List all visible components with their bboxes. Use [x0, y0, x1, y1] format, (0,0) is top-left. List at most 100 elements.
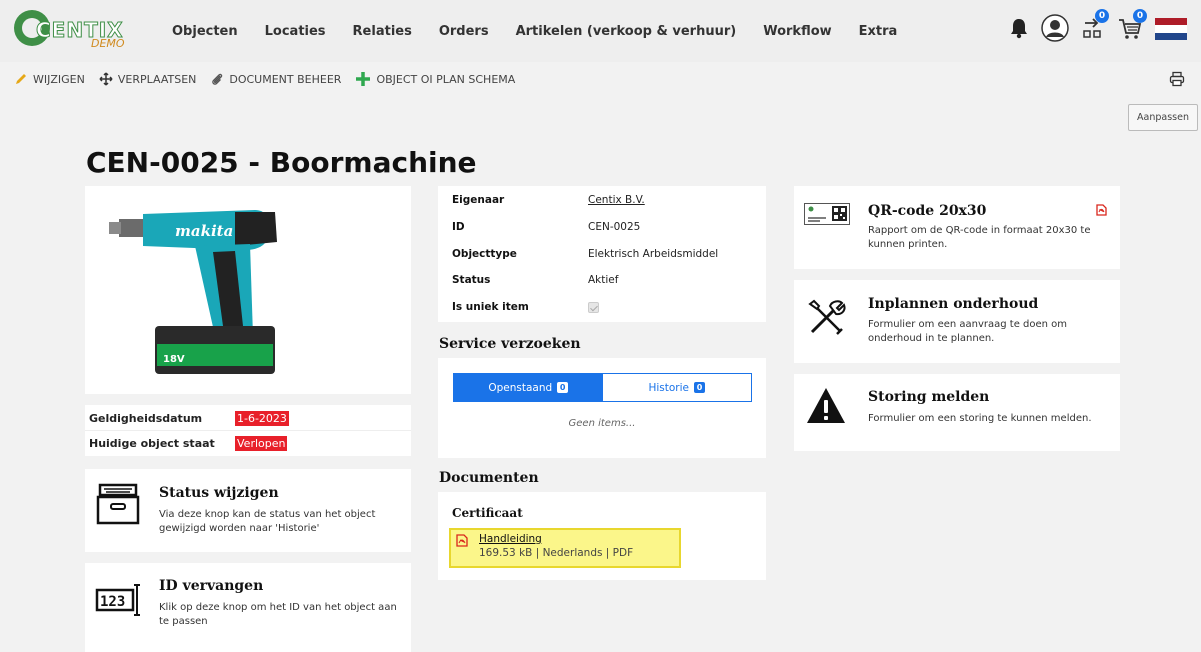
maintenance-desc: Formulier om een aanvraag te doen om ond…	[868, 319, 1068, 344]
status-label: Status	[452, 274, 491, 286]
menu-item-relaties[interactable]: Relaties	[353, 24, 412, 39]
scan-count-badge: 0	[1095, 8, 1109, 23]
documents-heading: Documenten	[439, 470, 539, 486]
object-state-value: Verlopen	[235, 436, 288, 451]
validity-date-label: Geldigheidsdatum	[89, 411, 203, 425]
centix-logo[interactable]: CENTIX DEMO	[14, 10, 144, 50]
tab-history-label: Historie	[648, 381, 690, 394]
id-number-icon: 123	[95, 584, 140, 616]
archive-box-icon	[96, 483, 140, 525]
tab-history[interactable]: Historie 0	[602, 374, 751, 401]
id-label: ID	[452, 221, 465, 233]
service-requests-card: Openstaand 0 Historie 0 Geen items...	[438, 358, 766, 458]
wrench-screwdriver-icon	[808, 299, 846, 335]
user-avatar-icon[interactable]	[1041, 13, 1069, 45]
pencil-icon	[16, 74, 26, 84]
object-state-row: Huidige object staat Verlopen	[85, 431, 411, 456]
pdf-icon[interactable]	[1096, 204, 1107, 216]
page-title: CEN-0025 - Boormachine	[86, 146, 477, 179]
language-flag-nl[interactable]	[1155, 18, 1187, 40]
documents-card: Certificaat Handleiding 169.53 kB | Nede…	[438, 492, 766, 580]
tab-open-count: 0	[557, 382, 569, 393]
nav-icon-group: 0 0	[997, 8, 1187, 46]
plus-icon	[356, 72, 371, 86]
qr-code-title: QR-code 20x30	[868, 203, 987, 219]
battery-label: 18V	[163, 354, 185, 365]
move-arrows-icon	[99, 72, 113, 86]
top-navigation: CENTIX DEMO Objecten Locaties Relaties O…	[0, 0, 1201, 62]
qr-code-action[interactable]: QR-code 20x30 Rapport om de QR-code in f…	[794, 186, 1120, 269]
service-requests-heading: Service verzoeken	[439, 336, 581, 352]
drill-brand-label: makita	[175, 222, 233, 240]
property-row: Status Aktief	[452, 270, 618, 290]
property-row: Eigenaar Centix B.V.	[452, 190, 645, 210]
id-value: CEN-0025	[588, 221, 641, 233]
move-button[interactable]: VERPLAATSEN	[99, 72, 197, 86]
cart-icon[interactable]: 0	[1117, 8, 1147, 44]
id-replace-desc: Klik op deze knop om het ID van het obje…	[159, 602, 397, 627]
object-photo: makita 18V	[85, 186, 411, 394]
unique-item-checkbox	[588, 301, 599, 313]
id-replace-title: ID vervangen	[159, 578, 264, 594]
object-state-label: Huidige object staat	[89, 437, 215, 450]
status-value: Aktief	[588, 274, 619, 286]
menu-item-locaties[interactable]: Locaties	[265, 24, 326, 39]
schedule-maintenance-action[interactable]: Inplannen onderhoud Formulier om een aan…	[794, 280, 1120, 363]
owner-label: Eigenaar	[452, 194, 505, 206]
paperclip-icon	[212, 73, 223, 85]
property-row: Is uniek item	[452, 297, 599, 317]
plan-schedule-label: OBJECT OI PLAN SCHEMA	[376, 72, 516, 86]
fault-desc: Formulier om een storing te kunnen melde…	[868, 413, 1092, 424]
service-tabs: Openstaand 0 Historie 0	[453, 373, 752, 402]
scan-icon[interactable]: 0	[1081, 8, 1109, 44]
cart-count-badge: 0	[1133, 8, 1147, 23]
status-change-desc: Via deze knop kan de status van het obje…	[159, 509, 376, 534]
validity-date-value: 1-6-2023	[235, 410, 289, 426]
pdf-icon	[456, 534, 468, 547]
tab-open[interactable]: Openstaand 0	[454, 374, 603, 401]
maintenance-title: Inplannen onderhoud	[868, 296, 1039, 312]
object-type-label: Objecttype	[452, 248, 517, 260]
menu-item-artikelen[interactable]: Artikelen (verkoop & verhuur)	[516, 24, 737, 39]
property-row: Objecttype Elektrisch Arbeidsmiddel	[452, 244, 718, 264]
document-item[interactable]: Handleiding 169.53 kB | Nederlands | PDF	[449, 528, 681, 568]
id-icon-text: 123	[100, 594, 125, 610]
menu-item-orders[interactable]: Orders	[439, 24, 489, 39]
document-meta: 169.53 kB | Nederlands | PDF	[479, 547, 634, 559]
validity-card: Geldigheidsdatum 1-6-2023 Huidige object…	[85, 405, 411, 456]
document-category: Certificaat	[452, 506, 523, 520]
unique-item-label: Is uniek item	[452, 301, 529, 313]
tab-history-count: 0	[694, 382, 706, 393]
document-link[interactable]: Handleiding	[479, 533, 542, 545]
customize-button[interactable]: Aanpassen	[1128, 104, 1198, 131]
qr-code-desc: Rapport om de QR-code in formaat 20x30 t…	[868, 225, 1091, 250]
object-type-value: Elektrisch Arbeidsmiddel	[588, 248, 719, 260]
edit-button[interactable]: WIJZIGEN	[14, 72, 85, 86]
fault-title: Storing melden	[868, 389, 990, 405]
validity-row: Geldigheidsdatum 1-6-2023	[85, 406, 411, 431]
menu-item-workflow[interactable]: Workflow	[763, 24, 831, 39]
owner-link[interactable]: Centix B.V.	[588, 194, 645, 206]
plan-schedule-button[interactable]: OBJECT OI PLAN SCHEMA	[355, 71, 515, 87]
document-management-label: DOCUMENT BEHEER	[229, 72, 342, 86]
move-label: VERPLAATSEN	[117, 72, 197, 86]
status-change-title: Status wijzigen	[159, 485, 279, 501]
main-menu: Objecten Locaties Relaties Orders Artike…	[172, 24, 924, 39]
status-change-action[interactable]: Status wijzigen Via deze knop kan de sta…	[85, 469, 411, 552]
print-icon[interactable]	[1169, 71, 1185, 90]
bell-icon[interactable]	[1009, 17, 1029, 42]
object-properties: Eigenaar Centix B.V. ID CEN-0025 Objectt…	[438, 186, 766, 322]
property-row: ID CEN-0025	[452, 217, 640, 237]
menu-item-objecten[interactable]: Objecten	[172, 24, 238, 39]
id-replace-action[interactable]: 123 ID vervangen Klik op deze knop om he…	[85, 563, 411, 652]
qr-label-icon	[804, 203, 850, 225]
empty-state: Geen items...	[568, 418, 636, 429]
document-management-button[interactable]: DOCUMENT BEHEER	[210, 72, 341, 86]
edit-label: WIJZIGEN	[33, 72, 85, 86]
drill-image: makita 18V	[109, 210, 277, 374]
warning-triangle-icon	[807, 388, 845, 423]
object-toolbar: WIJZIGEN VERPLAATSEN DOCUMENT BEHEER OBJ…	[14, 70, 529, 88]
menu-item-extra[interactable]: Extra	[859, 24, 898, 39]
tab-open-label: Openstaand	[488, 381, 553, 394]
report-fault-action[interactable]: Storing melden Formulier om een storing …	[794, 374, 1120, 451]
